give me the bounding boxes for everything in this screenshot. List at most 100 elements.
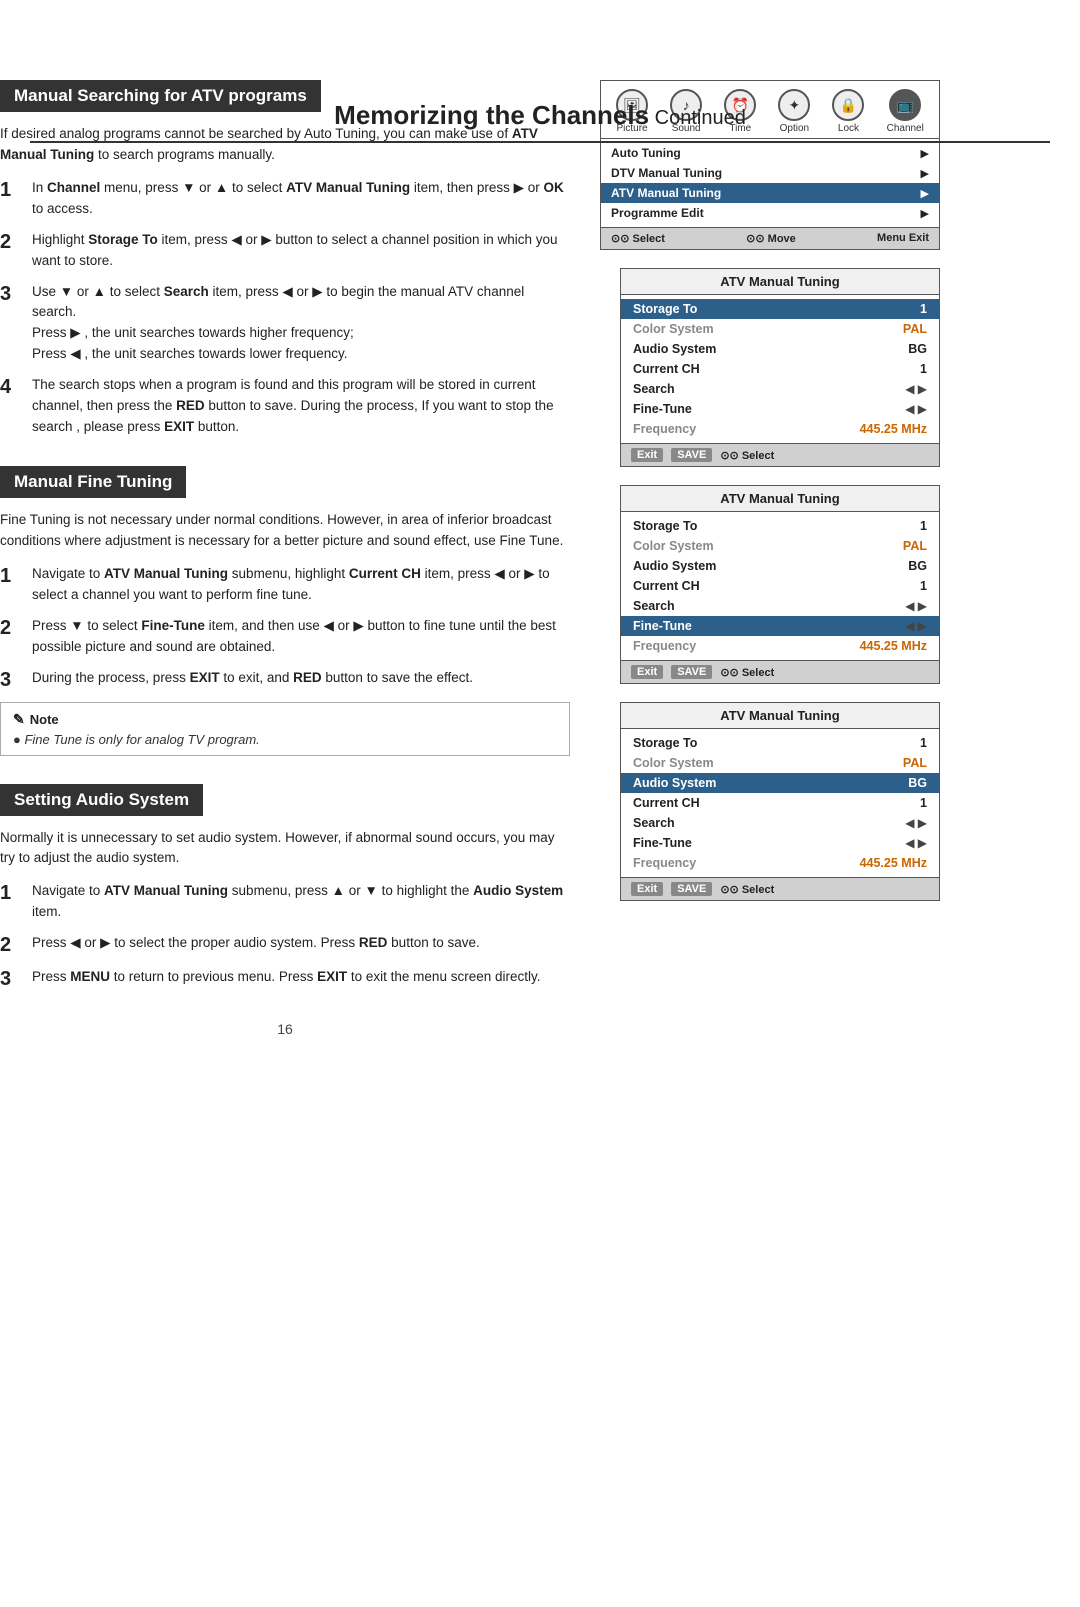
step-text: Press MENU to return to previous menu. P… — [32, 967, 540, 988]
section-header-2: Manual Fine Tuning — [0, 466, 186, 498]
atv-arrows: ◀ ▶ — [905, 402, 927, 416]
step-3-2: 2 Press ◀ or ▶ to select the proper audi… — [0, 933, 570, 957]
atv-label: Fine-Tune — [633, 619, 692, 633]
atv-row-ch-2: Current CH 1 — [621, 576, 939, 596]
atv-label: Frequency — [633, 856, 696, 870]
atv-arrows: ◀ ▶ — [905, 599, 927, 613]
atv-row-search-3: Search ◀ ▶ — [621, 813, 939, 833]
atv-row-color-2: Color System PAL — [621, 536, 939, 556]
row-arrow: ▶ — [921, 167, 929, 180]
row-arrow: ▶ — [921, 187, 929, 200]
atv-row-audio-1: Audio System BG — [621, 339, 939, 359]
atv-row-storage-2: Storage To 1 — [621, 516, 939, 536]
step-text: During the process, press EXIT to exit, … — [32, 668, 473, 689]
atv-rows-1: Storage To 1 Color System PAL Audio Syst… — [621, 295, 939, 443]
section-setting-audio: Setting Audio System Normally it is unne… — [0, 784, 570, 992]
step-number: 3 — [0, 282, 22, 306]
atv-panel-1: ATV Manual Tuning Storage To 1 Color Sys… — [620, 268, 940, 467]
section-manual-fine-tuning: Manual Fine Tuning Fine Tuning is not ne… — [0, 466, 570, 756]
atv-panel-title-2: ATV Manual Tuning — [621, 486, 939, 512]
atv-row-ch-1: Current CH 1 — [621, 359, 939, 379]
atv-label: Fine-Tune — [633, 402, 692, 416]
atv-label: Search — [633, 816, 675, 830]
atv-label: Audio System — [633, 342, 716, 356]
atv-rows-2: Storage To 1 Color System PAL Audio Syst… — [621, 512, 939, 660]
step-text: Press ◀ or ▶ to select the proper audio … — [32, 933, 480, 954]
atv-value: 1 — [920, 796, 927, 810]
right-column: 🖼 Picture ♪ Sound ⏰ Time ✦ Option — [600, 80, 990, 1057]
atv-row-freq-1: Frequency 445.25 MHz — [621, 419, 939, 439]
steps-list-2: 1 Navigate to ATV Manual Tuning submenu,… — [0, 564, 570, 692]
footer-select: ⊙⊙ Select — [611, 232, 665, 245]
atv-freq: 445.25 MHz — [860, 422, 927, 436]
atv-row-finetune-2: Fine-Tune ◀ ▶ — [621, 616, 939, 636]
atv-label: Current CH — [633, 362, 700, 376]
atv-rows-3: Storage To 1 Color System PAL Audio Syst… — [621, 729, 939, 877]
atv-label: Color System — [633, 539, 714, 553]
step-1-2: 2 Highlight Storage To item, press ◀ or … — [0, 230, 570, 272]
atv-value: 1 — [920, 302, 927, 316]
step-text: Navigate to ATV Manual Tuning submenu, h… — [32, 564, 570, 606]
atv-value: BG — [908, 776, 927, 790]
step-text: In Channel menu, press ▼ or ▲ to select … — [32, 178, 570, 220]
step-3-1: 1 Navigate to ATV Manual Tuning submenu,… — [0, 881, 570, 923]
footer-select: ⊙⊙ Select — [720, 449, 774, 462]
atv-panel-title-1: ATV Manual Tuning — [621, 269, 939, 295]
menu-row-dtv: DTV Manual Tuning ▶ — [601, 163, 939, 183]
btn-save: SAVE — [671, 665, 712, 679]
btn-exit: Exit — [631, 448, 663, 462]
row-label: Programme Edit — [611, 206, 704, 220]
step-number: 4 — [0, 375, 22, 399]
step-text: Press ▼ to select Fine-Tune item, and th… — [32, 616, 570, 658]
page-title: Memorizing the Channels Continued — [30, 100, 1050, 143]
atv-arrows: ◀ ▶ — [905, 619, 927, 633]
atv-footer-3: Exit SAVE ⊙⊙ Select — [621, 877, 939, 900]
btn-save: SAVE — [671, 448, 712, 462]
atv-footer-2: Exit SAVE ⊙⊙ Select — [621, 660, 939, 683]
step-text: Highlight Storage To item, press ◀ or ▶ … — [32, 230, 570, 272]
atv-arrows: ◀ ▶ — [905, 816, 927, 830]
atv-panel-title-3: ATV Manual Tuning — [621, 703, 939, 729]
steps-list-1: 1 In Channel menu, press ▼ or ▲ to selec… — [0, 178, 570, 438]
step-number: 1 — [0, 178, 22, 202]
row-label: DTV Manual Tuning — [611, 166, 722, 180]
footer-select: ⊙⊙ Select — [720, 883, 774, 896]
tv-menu-footer: ⊙⊙ Select ⊙⊙ Move Menu Exit — [601, 227, 939, 249]
atv-value: 1 — [920, 362, 927, 376]
atv-label: Frequency — [633, 639, 696, 653]
atv-label: Search — [633, 382, 675, 396]
atv-label: Audio System — [633, 776, 716, 790]
atv-label: Frequency — [633, 422, 696, 436]
footer-exit: Menu Exit — [877, 232, 929, 245]
atv-row-ch-3: Current CH 1 — [621, 793, 939, 813]
note-label: Note — [30, 712, 59, 727]
step-2-3: 3 During the process, press EXIT to exit… — [0, 668, 570, 692]
right-panels: 🖼 Picture ♪ Sound ⏰ Time ✦ Option — [600, 80, 990, 919]
title-text: Memorizing the Channels — [334, 100, 649, 130]
atv-row-search-2: Search ◀ ▶ — [621, 596, 939, 616]
left-column: Manual Searching for ATV programs If des… — [0, 80, 600, 1057]
step-number: 2 — [0, 616, 22, 640]
steps-list-3: 1 Navigate to ATV Manual Tuning submenu,… — [0, 881, 570, 991]
step-1-3: 3 Use ▼ or ▲ to select Search item, pres… — [0, 282, 570, 366]
section-intro-3: Normally it is unnecessary to set audio … — [0, 828, 570, 870]
atv-value: 1 — [920, 579, 927, 593]
atv-value: PAL — [903, 539, 927, 553]
step-number: 3 — [0, 967, 22, 991]
atv-value: 1 — [920, 736, 927, 750]
btn-exit: Exit — [631, 882, 663, 896]
section-intro-2: Fine Tuning is not necessary under norma… — [0, 510, 570, 552]
btn-save: SAVE — [671, 882, 712, 896]
atv-label: Color System — [633, 322, 714, 336]
footer-select: ⊙⊙ Select — [720, 666, 774, 679]
atv-label: Current CH — [633, 579, 700, 593]
note-header: ✎ Note — [13, 711, 557, 728]
row-arrow: ▶ — [921, 207, 929, 220]
atv-label: Color System — [633, 756, 714, 770]
atv-row-storage-1: Storage To 1 — [621, 299, 939, 319]
atv-label: Storage To — [633, 519, 697, 533]
note-box: ✎ Note Fine Tune is only for analog TV p… — [0, 702, 570, 756]
note-icon: ✎ — [13, 711, 25, 728]
atv-row-finetune-3: Fine-Tune ◀ ▶ — [621, 833, 939, 853]
atv-row-finetune-1: Fine-Tune ◀ ▶ — [621, 399, 939, 419]
